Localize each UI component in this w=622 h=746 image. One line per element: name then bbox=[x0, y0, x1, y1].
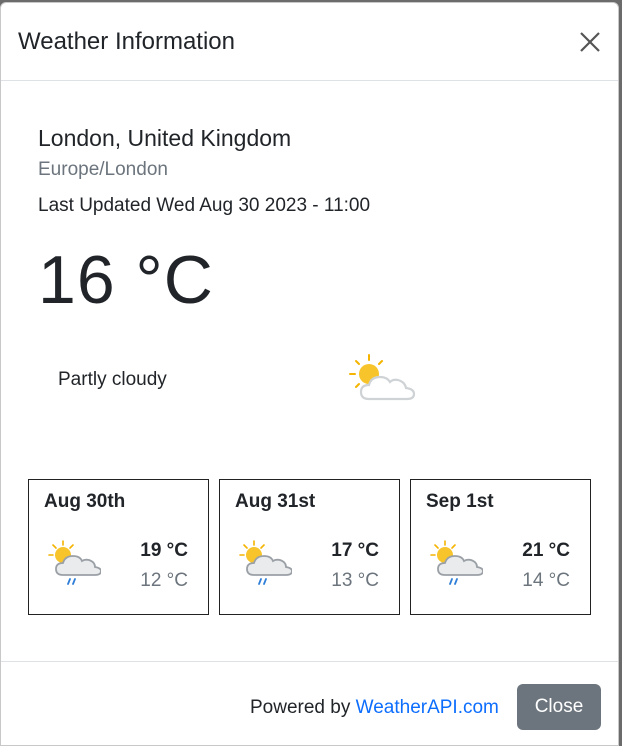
modal-body: London, United Kingdom Europe/London Las… bbox=[1, 81, 618, 661]
close-icon[interactable] bbox=[577, 29, 603, 55]
last-updated: Last Updated Wed Aug 30 2023 - 11:00 bbox=[38, 195, 371, 216]
powered-by: Powered by WeatherAPI.com bbox=[250, 696, 499, 720]
partly-cloudy-icon bbox=[349, 354, 416, 401]
forecast-date: Aug 31st bbox=[235, 491, 316, 512]
weather-modal: Weather Information London, United Kingd… bbox=[0, 2, 619, 746]
timezone: Europe/London bbox=[38, 159, 168, 180]
condition-text: Partly cloudy bbox=[58, 369, 167, 390]
forecast-date: Sep 1st bbox=[426, 491, 494, 512]
forecast-min-temp: 14 °C bbox=[522, 570, 570, 591]
modal-footer: Powered by WeatherAPI.com Close bbox=[1, 661, 618, 745]
modal-header: Weather Information bbox=[1, 3, 618, 81]
forecast-max-temp: 19 °C bbox=[140, 540, 188, 561]
modal-title: Weather Information bbox=[18, 28, 235, 55]
patchy-rain-icon bbox=[239, 540, 292, 585]
forecast-max-temp: 17 °C bbox=[331, 540, 379, 561]
forecast-min-temp: 13 °C bbox=[331, 570, 379, 591]
forecast-card: Aug 30th 19 °C 12 °C bbox=[28, 479, 209, 615]
powered-by-label: Powered by bbox=[250, 697, 351, 718]
forecast-card: Aug 31st 17 °C 13 °C bbox=[219, 479, 400, 615]
patchy-rain-icon bbox=[48, 540, 101, 585]
close-button[interactable]: Close bbox=[517, 684, 601, 730]
forecast-date: Aug 30th bbox=[44, 491, 126, 512]
weatherapi-link[interactable]: WeatherAPI.com bbox=[356, 697, 499, 718]
forecast-card: Sep 1st 21 °C 14 °C bbox=[410, 479, 591, 615]
forecast-max-temp: 21 °C bbox=[522, 540, 570, 561]
current-temperature: 16 °C bbox=[38, 242, 214, 318]
location-name: London, United Kingdom bbox=[38, 125, 292, 151]
patchy-rain-icon bbox=[430, 540, 483, 585]
forecast-min-temp: 12 °C bbox=[140, 570, 188, 591]
